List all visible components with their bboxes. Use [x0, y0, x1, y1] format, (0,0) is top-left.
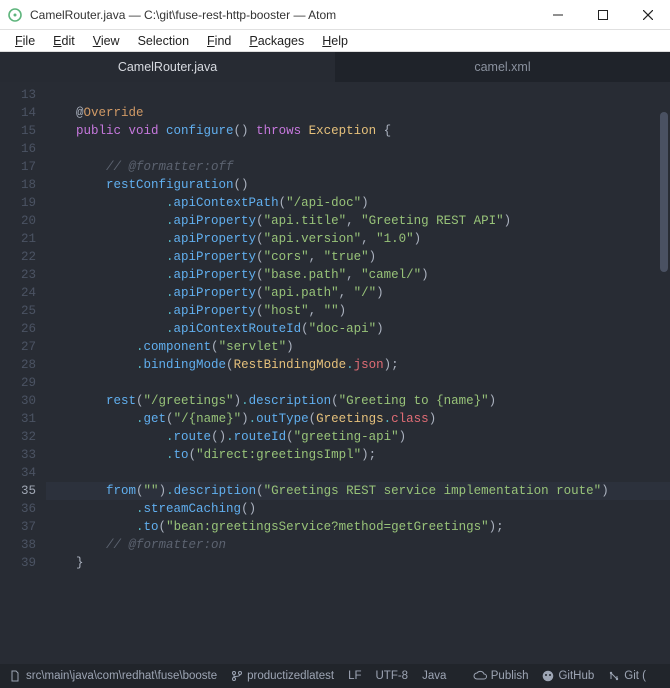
status-path[interactable]: src\main\java\com\redhat\fuse\booste — [10, 670, 217, 682]
code-line[interactable]: @Override — [46, 104, 670, 122]
line-number: 24 — [0, 284, 36, 302]
code-line[interactable]: .apiProperty("cors", "true") — [46, 248, 670, 266]
code-line[interactable]: .streamCaching() — [46, 500, 670, 518]
code-line[interactable]: .to("direct:greetingsImpl"); — [46, 446, 670, 464]
line-number: 15 — [0, 122, 36, 140]
code-line[interactable]: .apiProperty("base.path", "camel/") — [46, 266, 670, 284]
git-icon — [608, 670, 620, 682]
status-encoding[interactable]: UTF-8 — [376, 670, 409, 682]
minimize-button[interactable] — [535, 0, 580, 30]
line-gutter: 1314151617181920212223242526272829303132… — [0, 82, 46, 664]
tab-inactive[interactable]: camel.xml — [335, 52, 670, 82]
line-number: 21 — [0, 230, 36, 248]
code-line[interactable]: .route().routeId("greeting-api") — [46, 428, 670, 446]
code-line[interactable]: // @formatter:off — [46, 158, 670, 176]
line-number: 32 — [0, 428, 36, 446]
line-number: 34 — [0, 464, 36, 482]
line-number: 29 — [0, 374, 36, 392]
file-icon — [10, 670, 22, 682]
line-number: 28 — [0, 356, 36, 374]
window-titlebar: CamelRouter.java — C:\git\fuse-rest-http… — [0, 0, 670, 30]
status-eol[interactable]: LF — [348, 670, 361, 682]
code-line[interactable]: .component("servlet") — [46, 338, 670, 356]
line-number: 19 — [0, 194, 36, 212]
code-line[interactable]: from("").description("Greetings REST ser… — [46, 482, 670, 500]
close-button[interactable] — [625, 0, 670, 30]
tabbar: CamelRouter.java camel.xml — [0, 52, 670, 82]
code-line[interactable]: // @formatter:on — [46, 536, 670, 554]
status-grammar[interactable]: Java — [422, 670, 446, 682]
code-line[interactable]: .apiProperty("api.path", "/") — [46, 284, 670, 302]
code-line[interactable]: .apiProperty("host", "") — [46, 302, 670, 320]
line-number: 31 — [0, 410, 36, 428]
code-area[interactable]: @Override public void configure() throws… — [46, 82, 670, 664]
line-number: 30 — [0, 392, 36, 410]
menu-edit[interactable]: Edit — [44, 32, 84, 50]
menu-find[interactable]: Find — [198, 32, 240, 50]
vertical-scrollbar-track[interactable] — [658, 82, 670, 664]
status-git[interactable]: Git ( — [608, 670, 646, 682]
code-line[interactable]: rest("/greetings").description("Greeting… — [46, 392, 670, 410]
line-number: 20 — [0, 212, 36, 230]
github-icon — [542, 670, 554, 682]
code-line[interactable]: .bindingMode(RestBindingMode.json); — [46, 356, 670, 374]
code-line[interactable]: .get("/{name}").outType(Greetings.class) — [46, 410, 670, 428]
code-line[interactable]: .apiProperty("api.title", "Greeting REST… — [46, 212, 670, 230]
line-number: 23 — [0, 266, 36, 284]
line-number: 18 — [0, 176, 36, 194]
app-icon — [0, 7, 30, 23]
code-line[interactable]: public void configure() throws Exception… — [46, 122, 670, 140]
cloud-icon — [473, 670, 487, 682]
line-number: 37 — [0, 518, 36, 536]
line-number: 14 — [0, 104, 36, 122]
menu-selection[interactable]: Selection — [129, 32, 198, 50]
status-github[interactable]: GitHub — [542, 670, 594, 682]
line-number: 36 — [0, 500, 36, 518]
branch-icon — [231, 670, 243, 682]
code-line[interactable]: .apiProperty("api.version", "1.0") — [46, 230, 670, 248]
menu-file[interactable]: File — [6, 32, 44, 50]
line-number: 17 — [0, 158, 36, 176]
code-line[interactable]: .to("bean:greetingsService?method=getGre… — [46, 518, 670, 536]
line-number: 35 — [0, 482, 36, 500]
editor[interactable]: 1314151617181920212223242526272829303132… — [0, 82, 670, 664]
line-number: 33 — [0, 446, 36, 464]
maximize-button[interactable] — [580, 0, 625, 30]
line-number: 13 — [0, 86, 36, 104]
line-number: 25 — [0, 302, 36, 320]
code-line[interactable] — [46, 86, 670, 104]
vertical-scrollbar-thumb[interactable] — [660, 112, 668, 272]
tab-active[interactable]: CamelRouter.java — [0, 52, 335, 82]
statusbar: src\main\java\com\redhat\fuse\booste pro… — [0, 664, 670, 688]
code-line[interactable] — [46, 464, 670, 482]
tab-label: camel.xml — [474, 60, 530, 74]
code-line[interactable]: .apiContextPath("/api-doc") — [46, 194, 670, 212]
line-number: 22 — [0, 248, 36, 266]
tab-label: CamelRouter.java — [118, 60, 217, 74]
menu-help[interactable]: Help — [313, 32, 357, 50]
line-number: 27 — [0, 338, 36, 356]
code-line[interactable]: .apiContextRouteId("doc-api") — [46, 320, 670, 338]
line-number: 38 — [0, 536, 36, 554]
line-number: 39 — [0, 554, 36, 572]
window-title: CamelRouter.java — C:\git\fuse-rest-http… — [30, 8, 535, 22]
status-publish[interactable]: Publish — [473, 670, 529, 682]
code-line[interactable] — [46, 140, 670, 158]
menubar: File Edit View Selection Find Packages H… — [0, 30, 670, 52]
code-line[interactable] — [46, 374, 670, 392]
line-number: 16 — [0, 140, 36, 158]
menu-packages[interactable]: Packages — [240, 32, 313, 50]
code-line[interactable]: } — [46, 554, 670, 572]
menu-view[interactable]: View — [84, 32, 129, 50]
code-line[interactable]: restConfiguration() — [46, 176, 670, 194]
status-branch[interactable]: productizedlatest — [231, 670, 334, 682]
line-number: 26 — [0, 320, 36, 338]
